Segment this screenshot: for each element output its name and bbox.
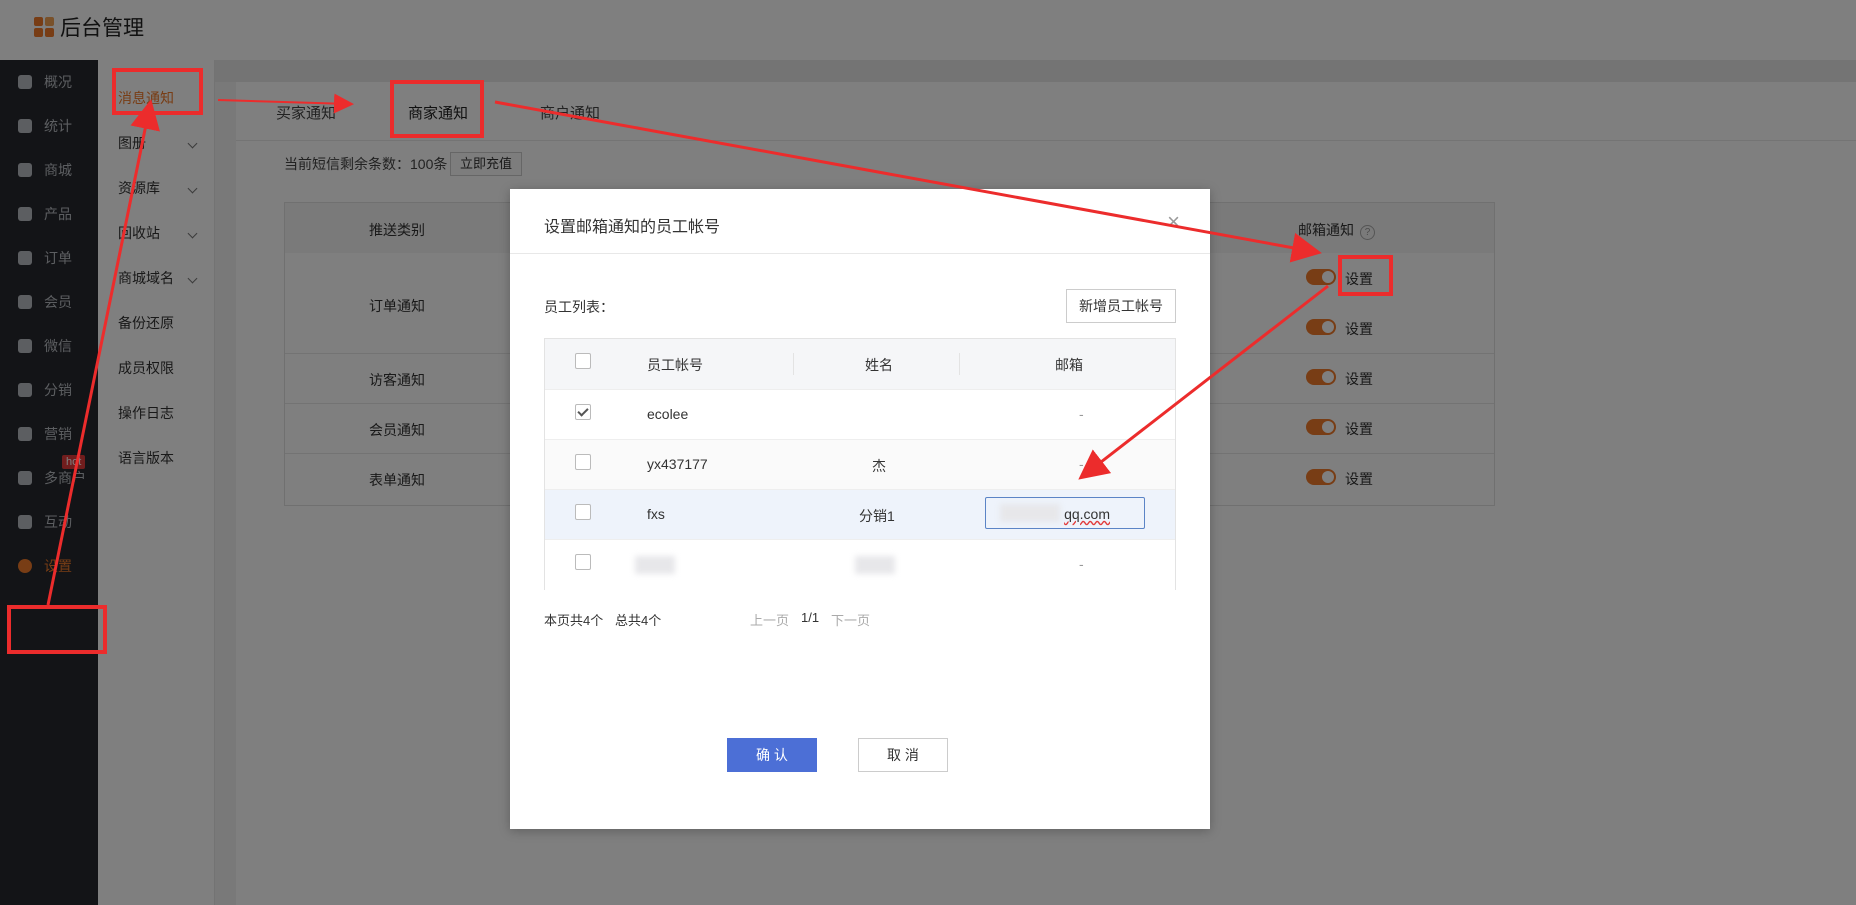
arrow-settings-to-notify — [46, 99, 160, 606]
arrow-tab-to-set — [494, 100, 1322, 263]
annotation-arrows — [46, 93, 1329, 606]
arrow-set-to-email — [1078, 284, 1329, 480]
arrow-notify-to-tab — [217, 93, 354, 114]
